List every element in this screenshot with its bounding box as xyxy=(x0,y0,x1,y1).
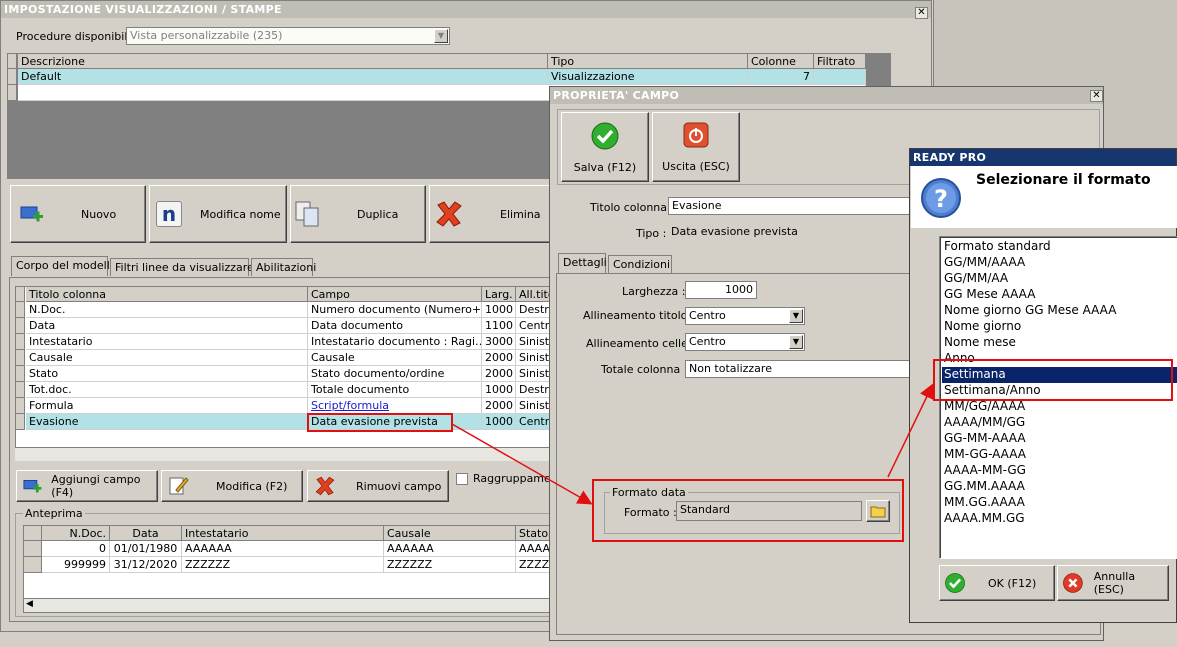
arrow-formato-to-settimana xyxy=(887,383,934,478)
arrow-evasione-to-formato xyxy=(451,423,593,505)
annotation-arrows xyxy=(451,383,934,505)
